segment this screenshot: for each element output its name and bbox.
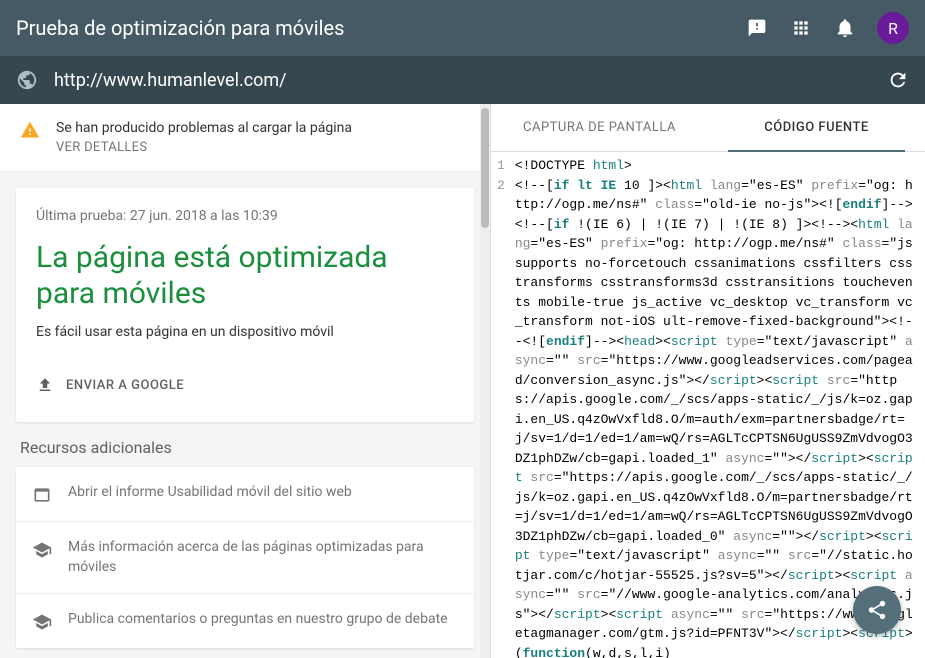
submit-to-google-button[interactable]: ENVIAR A GOOGLE — [36, 368, 454, 402]
warning-banner: Se han producido problemas al cargar la … — [0, 104, 490, 172]
resource-text: Abrir el informe Usabilidad móvil del si… — [68, 483, 352, 503]
avatar[interactable]: R — [877, 12, 909, 44]
tab-screenshot[interactable]: CAPTURA DE PANTALLA — [491, 104, 708, 151]
right-panel: CAPTURA DE PANTALLA CÓDIGO FUENTE 1 2 <!… — [490, 104, 925, 658]
code-content: <!DOCTYPE html><!--[if lt IE 10 ]><html … — [511, 152, 925, 658]
scrollbar[interactable] — [480, 104, 490, 658]
tab-bar: CAPTURA DE PANTALLA CÓDIGO FUENTE — [491, 104, 925, 152]
url-input[interactable]: http://www.humanlevel.com/ — [54, 70, 871, 91]
submit-label: ENVIAR A GOOGLE — [66, 378, 184, 393]
scrollbar-thumb[interactable] — [481, 108, 489, 228]
notifications-icon[interactable] — [833, 16, 857, 40]
app-header: Prueba de optimización para móviles R — [0, 0, 925, 56]
tab-source-code[interactable]: CÓDIGO FUENTE — [708, 104, 925, 151]
share-fab-button[interactable] — [853, 586, 901, 634]
resource-item-feedback-group[interactable]: Publica comentarios o preguntas en nuest… — [16, 594, 474, 648]
globe-icon — [16, 69, 38, 91]
result-card: Última prueba: 27 jun. 2018 a las 10:39 … — [16, 188, 474, 422]
url-bar: http://www.humanlevel.com/ — [0, 56, 925, 104]
resources-section: Recursos adicionales Abrir el informe Us… — [16, 438, 474, 648]
main-content: Se han producido problemas al cargar la … — [0, 104, 925, 658]
result-title: La página está optimizada para móviles — [36, 240, 454, 312]
warning-message: Se han producido problemas al cargar la … — [56, 120, 352, 136]
test-timestamp: Última prueba: 27 jun. 2018 a las 10:39 — [36, 208, 454, 224]
resource-text: Publica comentarios o preguntas en nuest… — [68, 610, 448, 630]
school-icon — [32, 612, 52, 632]
upload-icon — [36, 376, 54, 394]
line-numbers: 1 2 — [491, 152, 511, 658]
result-description: Es fácil usar esta página en un disposit… — [36, 324, 454, 340]
resource-text: Más información acerca de las páginas op… — [68, 538, 458, 577]
page-title: Prueba de optimización para móviles — [16, 16, 745, 40]
resource-item-usability-report[interactable]: Abrir el informe Usabilidad móvil del si… — [16, 467, 474, 522]
share-icon — [866, 599, 888, 621]
apps-icon[interactable] — [789, 16, 813, 40]
school-icon — [32, 540, 52, 560]
source-code-view[interactable]: 1 2 <!DOCTYPE html><!--[if lt IE 10 ]><h… — [491, 152, 925, 658]
webpage-icon — [32, 485, 52, 505]
left-panel: Se han producido problemas al cargar la … — [0, 104, 490, 658]
resource-list: Abrir el informe Usabilidad móvil del si… — [16, 467, 474, 648]
resource-item-more-info[interactable]: Más información acerca de las páginas op… — [16, 522, 474, 594]
feedback-icon[interactable] — [745, 16, 769, 40]
warning-details-link[interactable]: VER DETALLES — [56, 140, 352, 155]
resources-heading: Recursos adicionales — [16, 438, 474, 457]
warning-icon — [20, 120, 40, 155]
refresh-icon[interactable] — [887, 69, 909, 91]
header-toolbar: R — [745, 12, 909, 44]
